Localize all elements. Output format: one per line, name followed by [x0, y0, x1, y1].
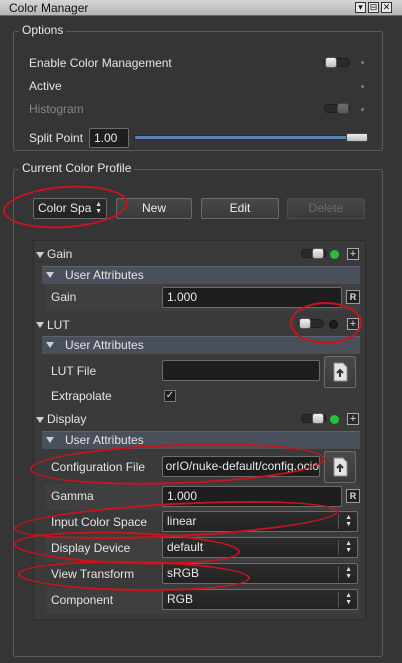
gain-add-button[interactable]: +	[347, 248, 359, 260]
enable-color-management-toggle[interactable]	[324, 57, 350, 68]
dot-icon	[361, 108, 364, 111]
lut-file-label: LUT File	[51, 364, 97, 378]
lut-file-input[interactable]	[162, 360, 320, 381]
display-section-title: Display	[47, 412, 87, 426]
updown-icon: ▲ ▼	[345, 592, 352, 606]
gamma-label: Gamma	[51, 489, 94, 503]
enable-color-management-label: Enable Color Management	[29, 56, 172, 70]
configuration-file-browse-button[interactable]	[324, 451, 356, 483]
dot-icon	[361, 85, 364, 88]
component-select[interactable]: RGB ▲ ▼	[162, 589, 358, 610]
split-point-slider-handle[interactable]	[346, 133, 368, 142]
component-label: Component	[51, 593, 114, 607]
updown-icon: ▲ ▼	[345, 514, 352, 528]
active-label: Active	[29, 79, 62, 93]
expand-triangle-icon[interactable]	[36, 252, 44, 258]
histogram-toggle[interactable]	[324, 103, 350, 114]
updown-icon: ▲ ▼	[345, 540, 352, 554]
annotation-ellipse	[290, 302, 362, 344]
split-point-label: Split Point	[29, 131, 84, 145]
delete-button[interactable]: Delete	[287, 198, 365, 219]
extrapolate-checkbox[interactable]: ✓	[164, 390, 176, 402]
dot-icon	[361, 61, 364, 64]
lut-section-title: LUT	[47, 318, 70, 332]
split-point-slider[interactable]	[134, 135, 368, 140]
gain-section-title: Gain	[47, 247, 73, 261]
display-status-led	[330, 415, 339, 424]
expand-triangle-icon[interactable]	[46, 342, 54, 348]
options-group-title: Options	[19, 23, 67, 37]
expand-triangle-icon[interactable]	[46, 272, 54, 278]
float-button[interactable]: ⊟	[368, 2, 379, 13]
gain-user-attributes-label: User Attributes	[65, 268, 144, 282]
component-value: RGB	[167, 592, 194, 606]
gain-reset-button[interactable]: R	[346, 290, 360, 304]
edit-button[interactable]: Edit	[201, 198, 279, 219]
expand-triangle-icon[interactable]	[36, 322, 44, 328]
updown-icon: ▲ ▼	[345, 566, 352, 580]
file-open-icon	[333, 457, 348, 477]
gain-field-label: Gain	[51, 290, 77, 304]
expand-triangle-icon[interactable]	[46, 437, 54, 443]
window-title: Color Manager	[9, 1, 89, 15]
file-open-icon	[333, 362, 348, 382]
lut-user-attributes-label: User Attributes	[65, 338, 144, 352]
minimize-button[interactable]: ▾	[355, 2, 366, 13]
histogram-label: Histogram	[29, 102, 84, 116]
lut-file-browse-button[interactable]	[324, 356, 356, 388]
gamma-reset-button[interactable]: R	[346, 489, 360, 503]
gain-status-led	[330, 250, 339, 259]
display-user-attributes-label: User Attributes	[65, 433, 144, 447]
display-toggle[interactable]	[301, 413, 327, 424]
current-profile-group-title: Current Color Profile	[19, 161, 135, 175]
expand-triangle-icon[interactable]	[36, 417, 44, 423]
split-point-input[interactable]: 1.00	[89, 128, 129, 148]
close-button[interactable]: ✕	[381, 2, 392, 13]
gain-toggle[interactable]	[301, 248, 327, 259]
display-add-button[interactable]: +	[347, 413, 359, 425]
extrapolate-label: Extrapolate	[51, 389, 112, 403]
window-titlebar: Color Manager ▾ ⊟ ✕	[0, 0, 402, 16]
